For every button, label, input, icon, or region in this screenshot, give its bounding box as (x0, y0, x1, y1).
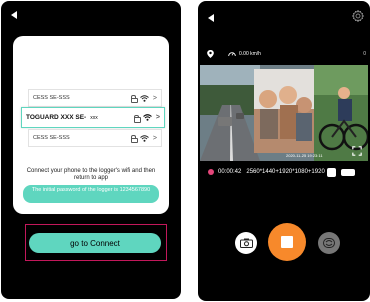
gear-icon[interactable] (352, 10, 364, 22)
chevron-right-icon: > (152, 94, 157, 102)
video-preview[interactable]: 2020-11-25 19:23:11 (200, 65, 368, 161)
wifi-ssid: CESS SE-SSS (33, 95, 70, 101)
back-icon[interactable] (11, 11, 17, 19)
chevron-right-icon: > (152, 134, 157, 142)
password-note: The initial password of the logger is 12… (23, 185, 159, 203)
top-right-value: 0 (363, 51, 366, 57)
instruction-text: Connect your phone to the logger's wifi … (26, 168, 156, 181)
location-pin-icon (207, 50, 214, 58)
wifi-icon (143, 114, 152, 121)
lock-icon (130, 95, 138, 103)
back-icon[interactable] (208, 14, 214, 22)
fullscreen-icon[interactable] (352, 146, 362, 156)
wifi-ssid: CESS SE-SSS (33, 135, 70, 141)
connect-button[interactable]: go to Connect (29, 233, 161, 253)
recording-screen: 0.00 km/h 0 2020-11-25 19:23:11 00:00:42… (198, 1, 370, 301)
recording-status: 00:00:42 2560*1440+1920*1080+1920 (208, 167, 355, 177)
recording-dot-icon (208, 169, 214, 175)
lock-icon (130, 135, 138, 143)
switch-camera-button[interactable] (318, 232, 340, 254)
wifi-list-item[interactable]: CESS SE-SSS > (28, 89, 162, 107)
chevron-right-icon: > (155, 114, 160, 121)
wifi-list-item[interactable]: CESS SE-SSS > (28, 129, 162, 147)
speed-readout: 0.00 km/h (239, 51, 261, 57)
wifi-list-item-selected[interactable]: TOGUARD XXX SE- xxx > (21, 107, 165, 128)
wifi-password: xxx (90, 114, 98, 121)
record-button[interactable] (268, 223, 306, 261)
video-timestamp: 2020-11-25 19:23:11 (286, 153, 323, 158)
people-photo (254, 69, 314, 153)
switch-camera-icon (323, 238, 335, 248)
connect-screen: CESS SE-SSS > TOGUARD XXX SE- xxx > CESS… (1, 1, 181, 299)
wifi-icon (140, 134, 149, 142)
battery-icon (340, 168, 355, 176)
status-row: 0.00 km/h 0 (207, 49, 367, 59)
recording-time: 00:00:42 (218, 169, 242, 175)
lock-icon (133, 114, 141, 123)
wifi-icon (140, 94, 149, 102)
speedometer-icon (228, 52, 236, 57)
road-photo (200, 65, 260, 161)
resolution-text: 2560*1440+1920*1080+1920 (246, 169, 325, 175)
snapshot-button[interactable] (235, 232, 257, 254)
wifi-ssid: TOGUARD XXX SE- (26, 114, 87, 121)
camera-icon (239, 238, 253, 248)
stop-icon (281, 236, 293, 248)
mic-icon[interactable] (326, 167, 336, 177)
